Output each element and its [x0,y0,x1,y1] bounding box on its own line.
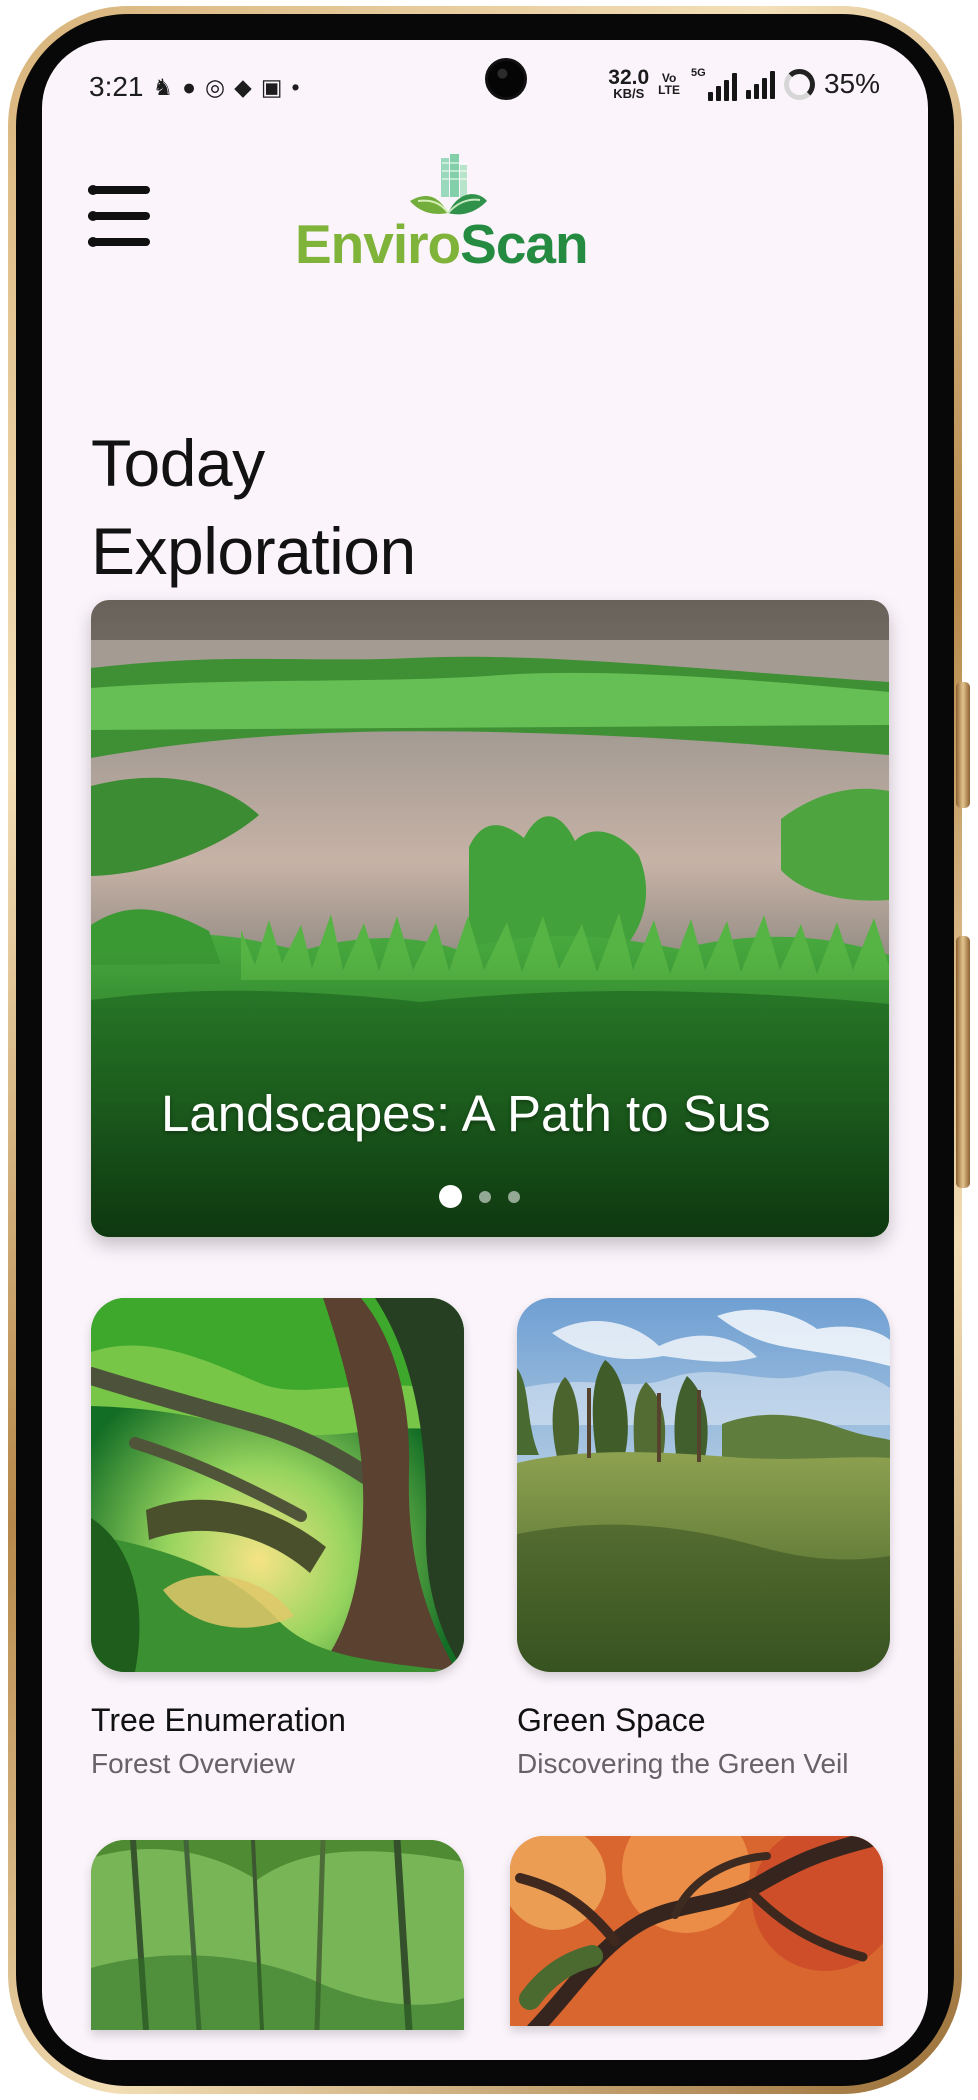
network-speed-unit: KB/S [613,86,645,101]
hamburger-menu-button[interactable] [88,185,154,250]
snapchat-icon: ♞ [152,73,174,100]
page-title-line-1: Today [91,426,265,501]
tree-enumeration-image [91,1298,464,1672]
page-title-line-2: Exploration [91,514,416,589]
more-notifications-icon: • [291,73,300,100]
featured-carousel-card[interactable]: Landscapes: A Path to Sus [91,600,889,1237]
green-space-landscape-illustration [517,1298,890,1672]
volume-button [956,936,970,1188]
card-title: Green Space [517,1702,706,1738]
menu-line-bottom [88,237,150,247]
page-title: Today Exploration [91,419,521,595]
forest-path-image [91,1840,464,2030]
green-space-image [517,1298,890,1672]
battery-percentage: 35% [823,68,880,99]
network-speed: 32.0 KB/S [608,66,650,101]
status-time: 3:21 [89,71,144,102]
phone-bezel: 3:21 ♞ ● ◎ ◆ ▣ • 32.0 KB/S Vo LTE 5G 35%… [16,14,954,2086]
status-right: 32.0 KB/S Vo LTE 5G 35% [608,67,880,101]
card-subtitle: Forest Overview [91,1748,295,1779]
carousel-dot-2[interactable] [479,1190,491,1203]
logo-text-scan: Scan [460,213,588,275]
menu-line-middle [88,211,150,221]
camera-notification-icon: ▣ [260,73,283,100]
carousel-pagination [439,1185,520,1208]
menu-line-top [88,185,150,195]
secondary-signal-icon [745,69,775,99]
status-left: 3:21 ♞ ● ◎ ◆ ▣ • [89,71,300,103]
whatsapp-icon: ◎ [205,73,226,100]
battery-icon [783,68,815,100]
status-bar: 3:21 ♞ ● ◎ ◆ ▣ • 32.0 KB/S Vo LTE 5G 35% [42,40,928,136]
app-logo-text: EnviroScan [295,212,589,276]
volte-indicator: Vo LTE [658,72,680,96]
autumn-tree-illustration [510,1836,883,2026]
tree-forest-illustration [91,1298,464,1672]
power-button [956,682,970,808]
primary-signal-bars [707,71,737,101]
card-subtitle: Discovering the Green Veil [517,1748,849,1779]
logo-text-enviro: Enviro [295,213,461,275]
autumn-tree-image [510,1836,883,2026]
app-notification-icon: ◆ [234,73,252,100]
front-camera [485,58,527,100]
carousel-dot-1[interactable] [439,1185,462,1208]
message-icon: ● [182,73,197,100]
forest-path-illustration [91,1840,464,2030]
five-g-signal-icon: 5G [689,67,737,101]
network-type-label: 5G [690,67,706,79]
card-title: Tree Enumeration [91,1702,346,1738]
phone-frame: 3:21 ♞ ● ◎ ◆ ▣ • 32.0 KB/S Vo LTE 5G 35%… [8,6,970,2094]
app-screen: 3:21 ♞ ● ◎ ◆ ▣ • 32.0 KB/S Vo LTE 5G 35%… [42,40,928,2060]
network-speed-value: 32.0 [608,66,650,89]
volte-bottom-text: LTE [658,83,680,97]
carousel-dot-3[interactable] [508,1190,520,1203]
enviroscan-logo: EnviroScan [295,153,595,283]
carousel-title: Landscapes: A Path to Sus [161,1085,771,1142]
